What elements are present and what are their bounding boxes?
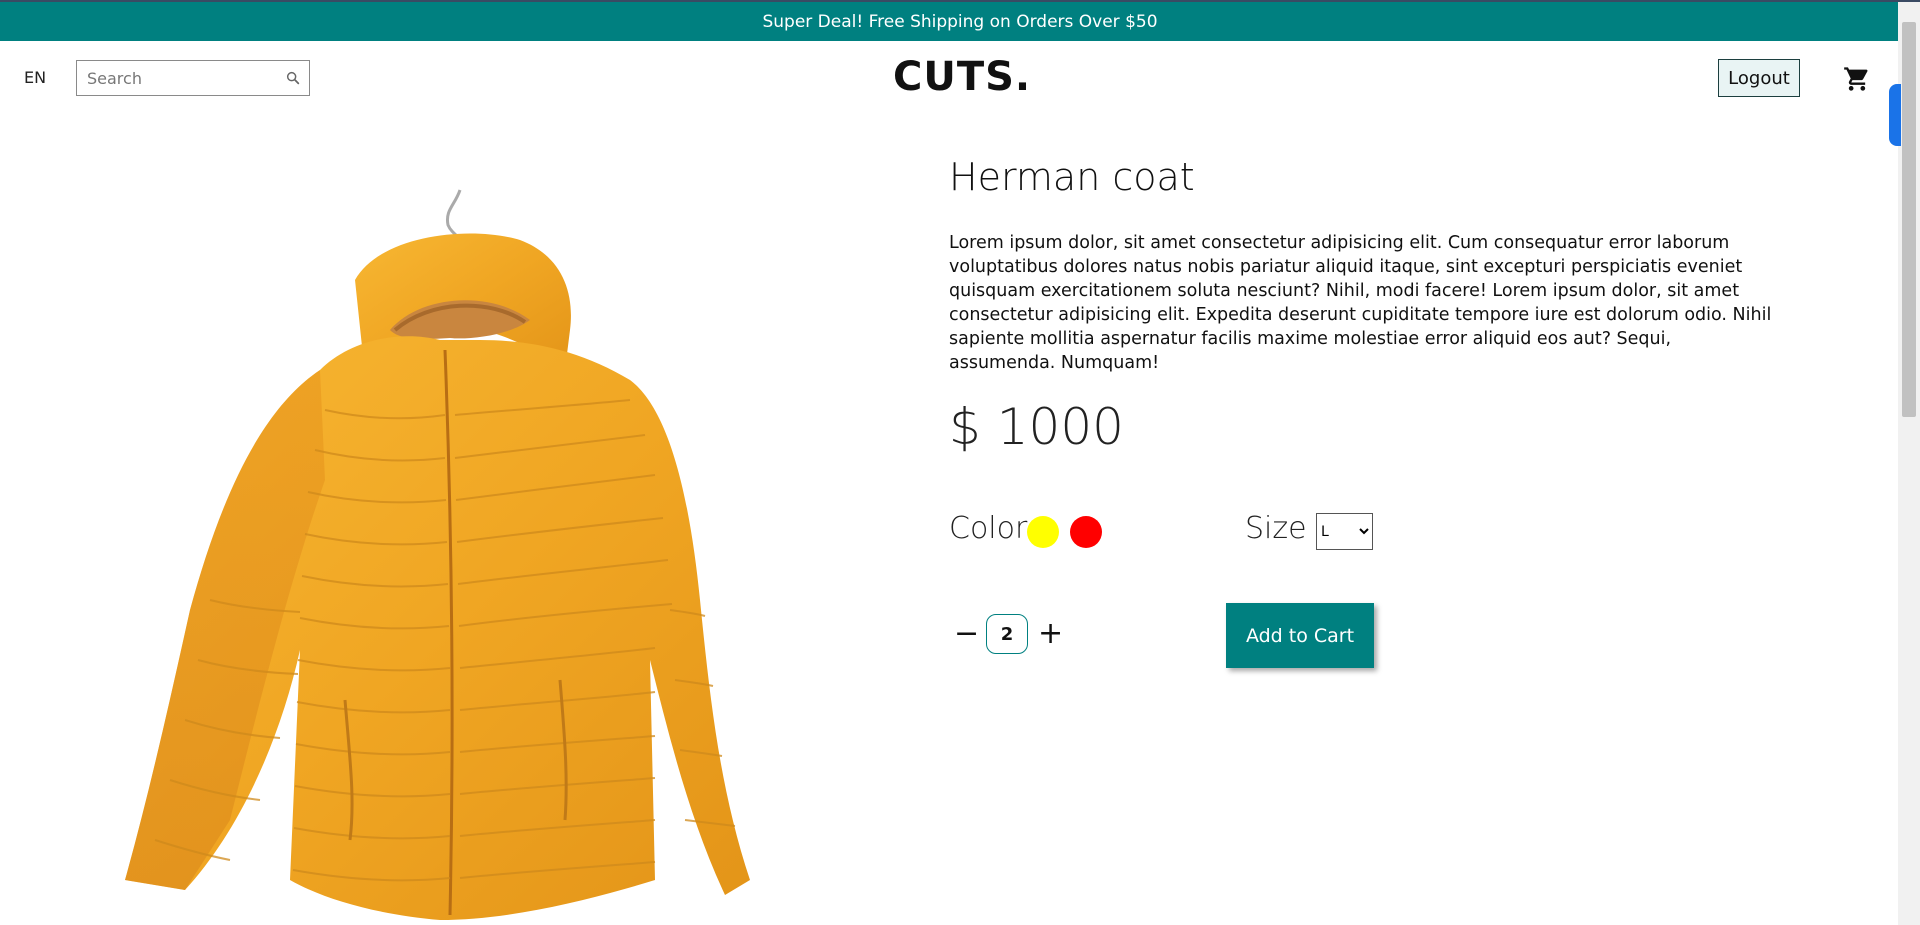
size-label: Size <box>1245 511 1307 546</box>
logout-button[interactable]: Logout <box>1718 59 1800 97</box>
product-title: Herman coat <box>949 155 1195 199</box>
cart-icon[interactable] <box>1843 65 1871 93</box>
product-description: Lorem ipsum dolor, sit amet consectetur … <box>949 233 1772 373</box>
quantity-decrease-button[interactable]: − <box>954 618 979 650</box>
search-box[interactable] <box>76 60 310 96</box>
search-input[interactable] <box>85 62 279 94</box>
announcement-text: Super Deal! Free Shipping on Orders Over… <box>762 11 1158 32</box>
brand-logo[interactable]: CUTS. <box>893 54 1031 100</box>
color-swatch-yellow[interactable] <box>1027 516 1059 548</box>
add-to-cart-button[interactable]: Add to Cart <box>1226 603 1374 668</box>
size-select[interactable]: L <box>1316 513 1373 550</box>
search-icon[interactable] <box>285 70 301 86</box>
quantity-increase-button[interactable]: + <box>1038 618 1063 650</box>
navbar: EN CUTS. Logout <box>0 41 1898 115</box>
yellow-puffer-jacket-image <box>125 189 750 920</box>
language-selector[interactable]: EN <box>24 68 46 87</box>
product-price: $ 1000 <box>949 398 1124 456</box>
side-widget-tab[interactable] <box>1889 84 1901 146</box>
quantity-value[interactable]: 2 <box>986 614 1028 654</box>
color-swatch-red[interactable] <box>1070 516 1102 548</box>
page-scrollbar-thumb[interactable] <box>1902 22 1916 417</box>
announcement-bar: Super Deal! Free Shipping on Orders Over… <box>0 2 1920 41</box>
color-label: Color <box>949 511 1028 546</box>
